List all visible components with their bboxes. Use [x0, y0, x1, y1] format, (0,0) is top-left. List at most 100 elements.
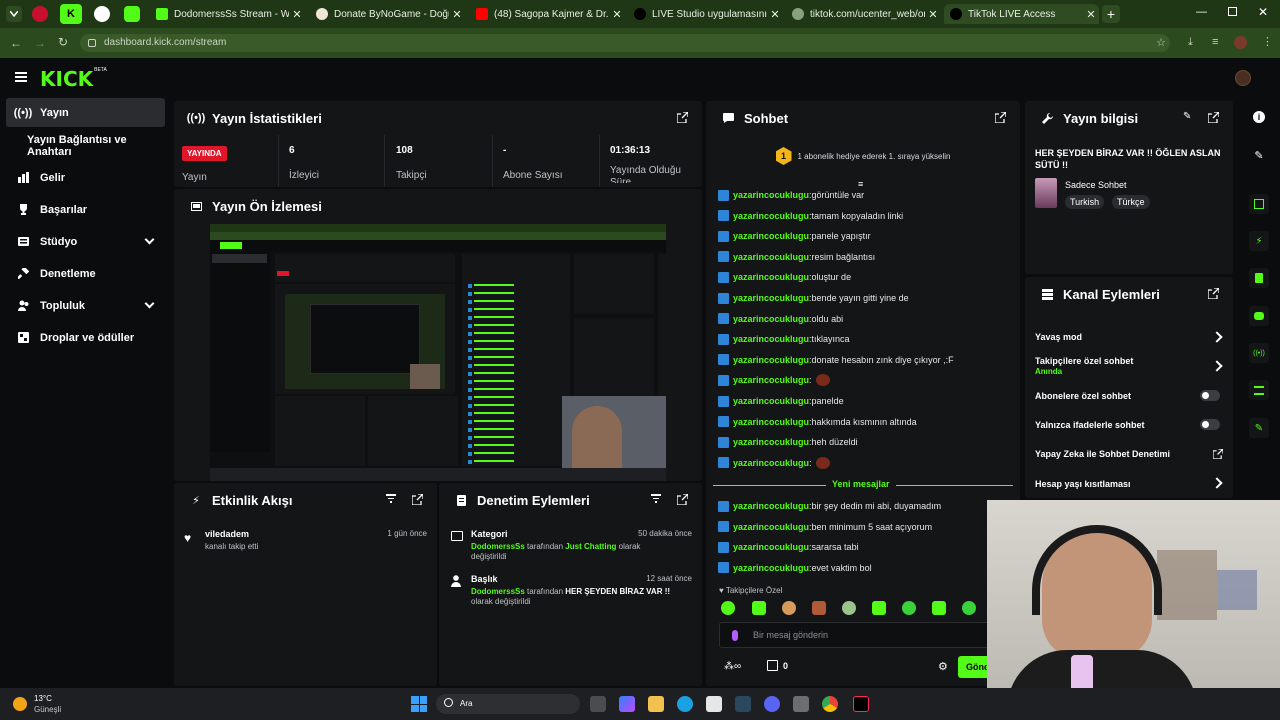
close-tab-icon[interactable]: ✕: [1083, 8, 1099, 21]
pinned-tab-1[interactable]: [32, 6, 48, 22]
copilot-icon[interactable]: [619, 696, 635, 712]
chat-message[interactable]: yazarincocuklugu: donate hesabın zınk di…: [718, 353, 954, 367]
chat-input[interactable]: Bir mesaj gönderin: [719, 622, 1011, 648]
minimize-icon[interactable]: —: [1196, 6, 1207, 18]
emote-button[interactable]: [902, 601, 916, 615]
chat-username[interactable]: yazarincocuklugu: [733, 458, 809, 468]
profile-avatar[interactable]: [1234, 36, 1247, 49]
sidebar-item-denetleme[interactable]: Denetleme: [6, 259, 165, 288]
steam-icon[interactable]: [735, 696, 751, 712]
chat-username[interactable]: yazarincocuklugu: [733, 522, 809, 532]
gift-icon[interactable]: [767, 660, 778, 671]
chat-message[interactable]: yazarincocuklugu: resim bağlantısı: [718, 250, 875, 264]
camera-frame-icon[interactable]: [1249, 194, 1269, 214]
reading-list-icon[interactable]: ≡: [1212, 36, 1218, 48]
chat-message[interactable]: yazarincocuklugu: sararsa tabi: [718, 540, 859, 554]
chat-username[interactable]: yazarincocuklugu: [733, 375, 809, 385]
chat-username[interactable]: yazarincocuklugu: [733, 272, 809, 282]
chat-username[interactable]: yazarincocuklugu: [733, 211, 809, 221]
emote-button[interactable]: [932, 601, 946, 615]
chat-message[interactable]: yazarincocuklugu:: [718, 373, 830, 387]
site-info-icon[interactable]: [88, 39, 96, 47]
tag-pill[interactable]: Turkish: [1065, 195, 1105, 209]
tab-list-menu-icon[interactable]: [6, 6, 22, 22]
account-age-row[interactable]: Hesap yaşı kısıtlaması: [1035, 479, 1131, 489]
chat-message[interactable]: yazarincocuklugu: bende yayın gitti yine…: [718, 291, 909, 305]
chat-message[interactable]: yazarincocuklugu: ben minimum 5 saat açı…: [718, 520, 932, 534]
emote-button[interactable]: [752, 601, 766, 615]
filter-icon[interactable]: [651, 494, 661, 503]
chrome-icon[interactable]: [822, 696, 838, 712]
emote-button[interactable]: [962, 601, 976, 615]
document-icon[interactable]: [1249, 268, 1269, 288]
user-avatar[interactable]: [1235, 70, 1251, 86]
chat-username[interactable]: yazarincocuklugu: [733, 542, 809, 552]
sidebar-item-droplar[interactable]: Droplar ve ödüller: [6, 323, 165, 352]
emote-button[interactable]: [842, 601, 856, 615]
close-window-icon[interactable]: ✕: [1258, 5, 1268, 19]
lightning-icon[interactable]: ⚡: [1249, 231, 1269, 251]
chat-username[interactable]: yazarincocuklugu: [733, 231, 809, 241]
new-tab-button[interactable]: +: [1102, 5, 1120, 23]
popout-icon[interactable]: [677, 112, 688, 123]
list-icon[interactable]: [1249, 380, 1269, 400]
task-view-icon[interactable]: [590, 696, 606, 712]
subscribers-only-toggle[interactable]: [1200, 390, 1220, 401]
wrench-icon[interactable]: ✎: [1249, 418, 1269, 438]
back-icon[interactable]: ←: [10, 36, 22, 50]
chat-bubble-icon[interactable]: [1249, 306, 1269, 326]
chat-username[interactable]: yazarincocuklugu: [733, 190, 809, 200]
slow-mode-row[interactable]: Yavaş mod: [1035, 332, 1082, 342]
close-tab-icon[interactable]: ✕: [767, 8, 783, 21]
chat-tools-icon[interactable]: ⁂∞: [724, 661, 741, 672]
chat-message[interactable]: yazarincocuklugu: tıklayınca: [718, 332, 850, 346]
broadcast-icon[interactable]: ((•)): [1249, 343, 1269, 363]
external-link-icon[interactable]: [1213, 449, 1223, 459]
chat-username[interactable]: yazarincocuklugu: [733, 563, 809, 573]
edge-icon[interactable]: [677, 696, 693, 712]
emote-button[interactable]: [872, 601, 886, 615]
taskbar-search[interactable]: Ara: [436, 694, 580, 714]
sidebar-item-topluluk[interactable]: Topluluk: [6, 291, 165, 320]
chat-username[interactable]: yazarincocuklugu: [733, 252, 809, 262]
close-tab-icon[interactable]: ✕: [925, 8, 941, 21]
forward-icon[interactable]: →: [34, 36, 46, 50]
browser-tab[interactable]: (48) Sagopa Kajmer & Dr. F ✕: [470, 4, 625, 24]
browser-tab[interactable]: DodomerssSs Stream - Watch ✕: [150, 4, 305, 24]
chat-message[interactable]: yazarincocuklugu: görüntüle var: [718, 188, 864, 202]
chat-message[interactable]: yazarincocuklugu: bir şey dedin mi abi, …: [718, 499, 941, 513]
url-input[interactable]: dashboard.kick.com/stream ☆: [80, 34, 1170, 52]
sidebar-item-yayin[interactable]: ((•)) Yayın: [6, 98, 165, 127]
chat-message[interactable]: yazarincocuklugu: oluştur de: [718, 270, 851, 284]
chat-message[interactable]: yazarincocuklugu: panelde: [718, 394, 844, 408]
hamburger-menu-icon[interactable]: [15, 72, 27, 82]
chat-username[interactable]: yazarincocuklugu: [733, 417, 809, 427]
pinned-gift-banner[interactable]: 1 1 abonelik hediye ederek 1. sıraya yük…: [706, 145, 1020, 167]
close-tab-icon[interactable]: ✕: [289, 8, 305, 21]
browser-tab-active[interactable]: TikTok LIVE Access ✕: [944, 4, 1099, 24]
pinned-tab-4[interactable]: [124, 6, 140, 22]
popout-icon[interactable]: [412, 494, 423, 505]
chat-message[interactable]: yazarincocuklugu: tamam kopyaladın linki: [718, 209, 903, 223]
chat-message[interactable]: yazarincocuklugu: evet vaktim bol: [718, 561, 872, 575]
file-explorer-icon[interactable]: [648, 696, 664, 712]
emote-button[interactable]: [782, 601, 796, 615]
browser-tab[interactable]: Donate ByNoGame - Doğukan ✕: [310, 4, 465, 24]
chat-message[interactable]: yazarincocuklugu: oldu abi: [718, 312, 843, 326]
popout-icon[interactable]: [1208, 288, 1219, 299]
pinned-tab-kick[interactable]: K: [60, 4, 82, 24]
emote-button[interactable]: [721, 601, 735, 615]
edit-pencil-icon[interactable]: ✎: [1249, 145, 1269, 165]
microphone-icon[interactable]: [732, 630, 738, 641]
app-icon[interactable]: [793, 696, 809, 712]
reload-icon[interactable]: ↻: [58, 35, 68, 49]
tag-pill[interactable]: Türkçe: [1112, 195, 1150, 209]
edit-pencil-icon[interactable]: ✎: [1183, 111, 1191, 122]
browser-tab[interactable]: LIVE Studio uygulamasını indir ✕: [628, 4, 783, 24]
chat-username[interactable]: yazarincocuklugu: [733, 501, 809, 511]
weather-sun-icon[interactable]: [13, 697, 27, 711]
sidebar-item-gelir[interactable]: Gelir: [6, 163, 165, 192]
emote-only-toggle[interactable]: [1200, 419, 1220, 430]
discord-icon[interactable]: [764, 696, 780, 712]
chat-message[interactable]: yazarincocuklugu: hakkımda kısmının altı…: [718, 415, 917, 429]
